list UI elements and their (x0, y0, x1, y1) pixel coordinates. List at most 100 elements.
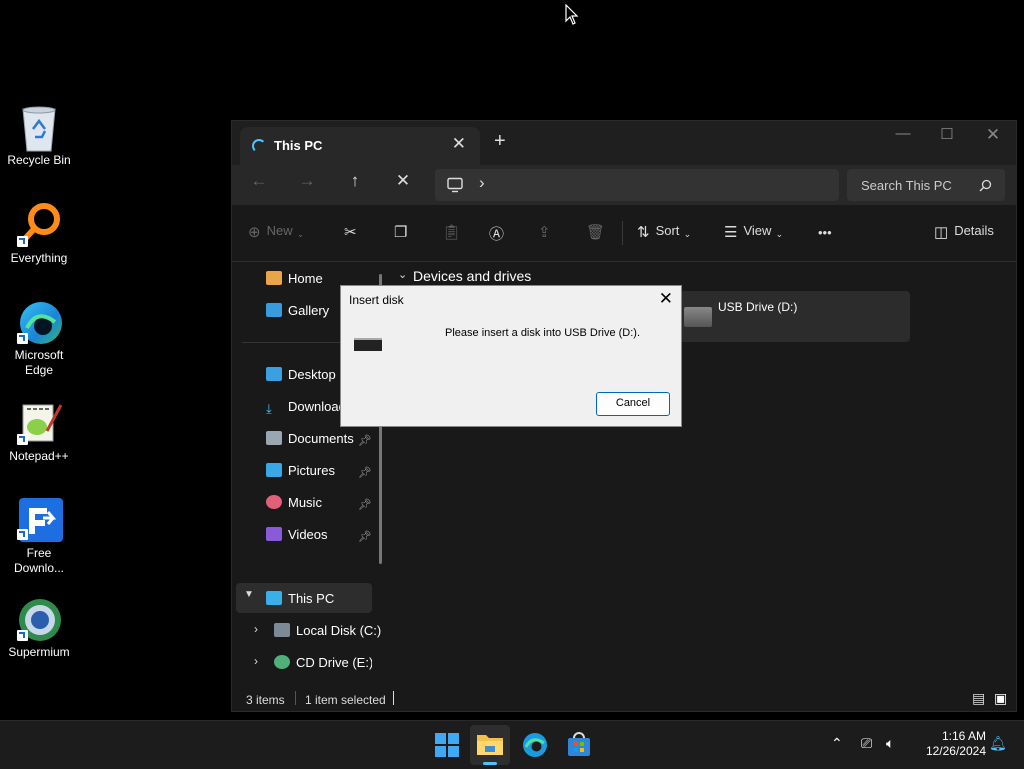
title-bar: This PC ✕ + — ☐ ✕ (232, 121, 1016, 165)
sidebar-item-label: CD Drive (E:) IF (296, 655, 372, 670)
stop-loading-button[interactable]: ✕ (388, 171, 418, 191)
usb-drive-icon (684, 307, 712, 327)
mouse-cursor-icon (565, 4, 579, 25)
file-explorer-taskbar-button[interactable] (470, 725, 510, 765)
sidebar-item-home[interactable]: Home (266, 271, 323, 286)
desktop-icon-everything[interactable]: Everything (0, 203, 78, 266)
pin-icon[interactable]: 📌︎ (358, 466, 372, 479)
chevron-up-icon[interactable]: ⌃ (831, 735, 843, 752)
desktop-icon-recycle-bin[interactable]: Recycle Bin (0, 105, 78, 168)
copy-icon[interactable]: ❐ (394, 223, 407, 241)
drive-tile-usb-d[interactable]: USB Drive (D:) (672, 291, 910, 342)
rename-icon[interactable]: Ⓐ (489, 223, 504, 244)
cut-icon[interactable]: ✂ (344, 223, 357, 241)
forward-button[interactable]: → (292, 171, 322, 191)
chevron-right-icon[interactable]: › (254, 654, 258, 668)
paste-icon[interactable]: 📋︎ (442, 223, 461, 241)
insert-disk-dialog: Insert disk ✕ Please insert a disk into … (340, 285, 682, 427)
clock-time: 1:16 AM (941, 729, 986, 743)
details-button[interactable]: ◫ Details (934, 223, 994, 241)
new-tab-button[interactable]: + (494, 130, 506, 153)
notepad-plus-plus-icon (17, 401, 63, 445)
selection-count: 1 item selected (305, 693, 386, 707)
chevron-right-icon[interactable]: › (254, 622, 258, 636)
toolbar-divider (622, 221, 623, 245)
network-icon[interactable]: ⎚ (861, 735, 872, 752)
volume-icon[interactable]: 🔈︎ (886, 735, 894, 752)
sidebar-item-videos[interactable]: Videos (266, 527, 328, 542)
shortcut-arrow-icon (17, 630, 28, 641)
pictures-icon (266, 463, 282, 477)
sidebar-item-documents[interactable]: Documents (266, 431, 354, 446)
notification-bell-icon[interactable]: 🔔︎ (989, 735, 1007, 752)
sidebar-item-gallery[interactable]: Gallery (266, 303, 329, 318)
breadcrumb-chevron-icon[interactable]: › (479, 173, 485, 193)
tab-close-icon[interactable]: ✕ (452, 134, 466, 154)
edge-icon (17, 300, 62, 344)
shortcut-arrow-icon (17, 333, 28, 344)
sort-button[interactable]: ⇅ Sort ⌄ (637, 223, 691, 241)
search-icon (979, 179, 992, 192)
chevron-down-icon[interactable]: ⌄ (398, 268, 407, 281)
new-label: New (266, 223, 293, 238)
desktop-icon (266, 367, 282, 381)
edge-taskbar-icon[interactable] (521, 731, 549, 759)
cancel-button[interactable]: Cancel (596, 392, 670, 416)
dialog-message: Please insert a disk into USB Drive (D:)… (445, 327, 641, 339)
up-button[interactable]: ↑ (340, 171, 370, 191)
sidebar-item-label: Videos (288, 527, 328, 542)
tiles-view-icon[interactable]: ▣ (994, 690, 1007, 707)
sidebar-item-label: This PC (288, 591, 335, 606)
documents-icon (266, 431, 282, 445)
dialog-close-button[interactable]: ✕ (659, 289, 673, 309)
drive-icon (354, 338, 382, 351)
monitor-icon (447, 177, 463, 193)
tab-this-pc[interactable]: This PC ✕ (240, 127, 480, 165)
sidebar-item-pictures[interactable]: Pictures (266, 463, 335, 478)
view-button[interactable]: ☰ View ⌄ (724, 223, 783, 241)
sidebar-item-cd-drive-e[interactable]: CD Drive (E:) IF (274, 655, 372, 670)
section-title-devices: Devices and drives (413, 268, 532, 284)
details-view-icon[interactable]: ▤ (972, 690, 985, 707)
sidebar-item-desktop[interactable]: Desktop (266, 367, 336, 382)
item-count: 3 items (246, 693, 285, 707)
desktop-icon-microsoft-edge[interactable]: Microsoft Edge (0, 300, 78, 378)
address-bar[interactable]: › (435, 169, 839, 201)
home-icon (266, 271, 282, 285)
free-download-manager-icon (17, 496, 63, 542)
search-box[interactable]: Search This PC (847, 169, 1005, 201)
recycle-bin-icon (17, 105, 61, 152)
shortcut-arrow-icon (17, 236, 28, 247)
pin-icon[interactable]: 📌︎ (358, 530, 372, 543)
sidebar-item-music[interactable]: Music (266, 495, 322, 510)
share-icon[interactable]: ⇪ (538, 223, 551, 241)
close-window-button[interactable]: ✕ (970, 125, 1016, 145)
minimize-button[interactable]: — (880, 125, 926, 142)
desktop-icon-free-download-manager[interactable]: Free Downlo... (0, 496, 78, 576)
sidebar-item-downloads[interactable]: ⤓ Downloads (266, 399, 342, 415)
more-options-button[interactable]: ••• (818, 225, 832, 240)
sidebar-item-label: Local Disk (C:) (296, 623, 382, 638)
pin-icon[interactable]: 📌︎ (358, 498, 372, 511)
back-button[interactable]: ← (244, 171, 274, 191)
start-button[interactable] (433, 731, 461, 759)
sidebar-item-label: Desktop (288, 367, 336, 382)
maximize-button[interactable]: ☐ (924, 125, 970, 143)
clock[interactable]: 1:16 AM 12/26/2024 (912, 729, 986, 759)
desktop-icon-supermium[interactable]: Supermium (0, 597, 78, 660)
chevron-down-icon[interactable]: ▼ (244, 589, 254, 600)
sidebar-item-this-pc[interactable]: This PC (266, 591, 334, 606)
pin-icon[interactable]: 📌︎ (358, 434, 372, 447)
new-button[interactable]: ⊕ New ⌄ (248, 223, 304, 241)
microsoft-store-icon[interactable] (565, 731, 593, 759)
status-divider (295, 691, 296, 705)
videos-icon (266, 527, 282, 541)
shortcut-arrow-icon (17, 434, 28, 445)
desktop-icon-notepad-plus-plus[interactable]: Notepad++ (0, 401, 78, 464)
sidebar-item-local-disk-c[interactable]: Local Disk (C:) (274, 623, 381, 638)
search-placeholder: Search This PC (861, 178, 952, 193)
shortcut-arrow-icon (17, 529, 28, 540)
folder-icon (477, 735, 503, 755)
sidebar-item-label: Home (288, 271, 323, 286)
delete-icon[interactable]: 🗑︎ (586, 223, 605, 241)
